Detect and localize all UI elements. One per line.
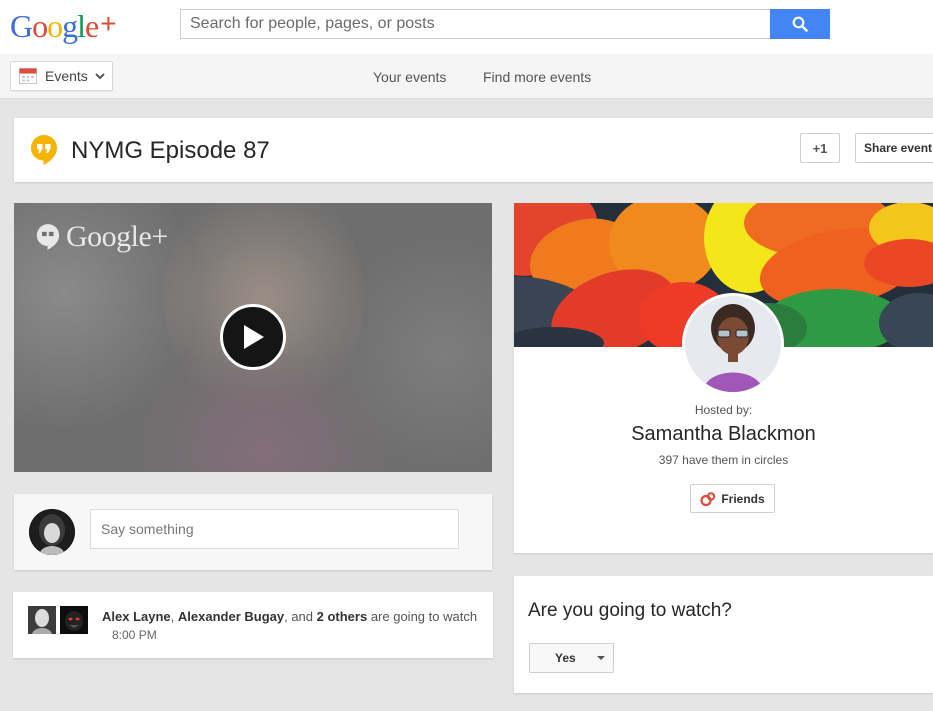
nav-find-more-events[interactable]: Find more events [483, 69, 591, 85]
hosted-by-label: Hosted by: [694, 403, 753, 417]
rsvp-card: Are you going to watch? Yes [514, 576, 933, 693]
play-icon [244, 325, 264, 349]
search-icon [792, 16, 808, 32]
circles-icon [700, 491, 716, 506]
event-time: 8:00 PM [112, 628, 157, 642]
rsvp-dropdown[interactable]: Yes [529, 643, 614, 673]
avatar-image [29, 509, 75, 555]
attendees-others-link[interactable]: 2 others [317, 609, 368, 624]
attendees-summary: Alex Layne, Alexander Bugay, and 2 other… [102, 609, 477, 624]
attendee-name-link[interactable]: Alex Layne [102, 609, 171, 624]
video-player[interactable]: Google+ [14, 203, 492, 472]
avatar[interactable] [29, 509, 75, 555]
attendees-card: Alex Layne, Alexander Bugay, and 2 other… [13, 592, 493, 658]
search-button[interactable] [770, 9, 830, 39]
attendees-separator: , and [284, 609, 317, 624]
comment-box [14, 494, 492, 570]
rsvp-selected-value: Yes [555, 651, 576, 665]
host-avatar-image [685, 296, 781, 392]
chevron-down-icon [95, 72, 105, 79]
plus-one-button[interactable]: +1 [800, 133, 840, 163]
circles-count: 397 have them in circles [658, 453, 789, 467]
host-avatar[interactable] [682, 293, 784, 395]
attendee-avatar[interactable] [28, 606, 56, 634]
hangouts-icon [31, 135, 57, 165]
search-input[interactable] [180, 9, 771, 39]
event-title: NYMG Episode 87 [71, 137, 270, 164]
nav-your-events[interactable]: Your events [373, 69, 446, 85]
attendee-avatar-image [28, 606, 56, 634]
friends-circle-button[interactable]: Friends [690, 484, 775, 513]
say-something-input[interactable] [90, 509, 459, 549]
friends-button-label: Friends [721, 491, 765, 506]
video-watermark-text: Google+ [66, 220, 168, 253]
share-event-button[interactable]: Share event [855, 133, 933, 163]
sub-navigation: Events Your events Find more events [0, 54, 933, 99]
top-bar: Google+ [0, 0, 933, 54]
rsvp-question: Are you going to watch? [528, 600, 732, 621]
google-plus-logo[interactable]: Google+ [10, 6, 117, 44]
calendar-icon [19, 68, 37, 84]
events-dropdown[interactable]: Events [10, 61, 113, 91]
dropdown-caret-icon [597, 656, 605, 660]
attendees-suffix: are going to watch [367, 609, 478, 624]
attendee-name-link[interactable]: Alexander Bugay [178, 609, 284, 624]
events-dropdown-label: Events [45, 68, 88, 84]
event-header: NYMG Episode 87 +1 Share event [14, 118, 933, 182]
hangouts-watermark-icon [36, 224, 60, 250]
play-button[interactable] [220, 304, 286, 370]
attendee-avatar[interactable] [60, 606, 88, 634]
attendee-avatar-image [60, 606, 88, 634]
attendees-separator: , [170, 609, 178, 624]
host-card: Hosted by: Samantha Blackmon 397 have th… [514, 203, 933, 553]
video-watermark: Google+ [36, 220, 168, 254]
host-name[interactable]: Samantha Blackmon [514, 423, 933, 446]
